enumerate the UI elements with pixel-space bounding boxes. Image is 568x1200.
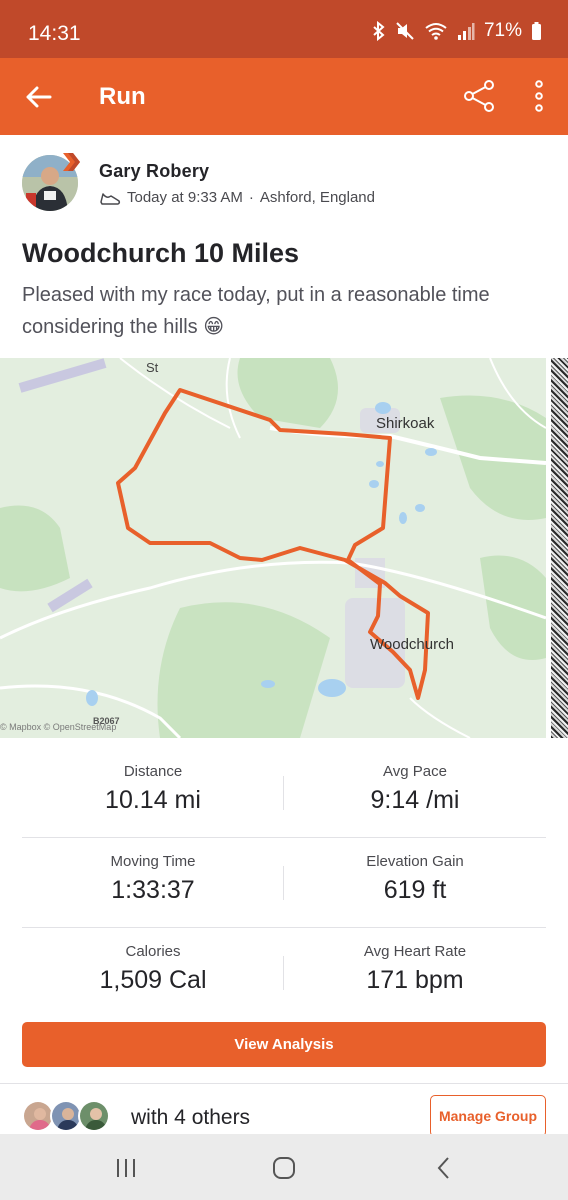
wifi-icon: [424, 21, 448, 41]
activity-title: Woodchurch 10 Miles: [22, 238, 300, 268]
map-label-street: St: [146, 360, 159, 375]
signal-icon: [457, 21, 475, 41]
status-bar: 14:31 71%: [0, 0, 568, 58]
stat-avg-pace: Avg Pace 9:14 /mi: [284, 748, 546, 815]
stat-row: Distance 10.14 mi Avg Pace 9:14 /mi: [22, 748, 546, 838]
chevron-left-icon: [437, 1157, 449, 1179]
back-arrow-icon: [26, 86, 52, 108]
stat-label: Avg Pace: [383, 763, 447, 780]
route-map[interactable]: [0, 358, 546, 738]
stat-label: Moving Time: [110, 853, 196, 870]
battery-icon: [531, 21, 542, 41]
stat-label: Avg Heart Rate: [363, 943, 467, 960]
stat-label: Distance: [123, 763, 183, 780]
system-nav-bar: [0, 1134, 568, 1200]
share-button[interactable]: [458, 74, 502, 118]
map-canvas: [0, 358, 546, 738]
group-avatar[interactable]: [78, 1100, 110, 1132]
recent-apps-button[interactable]: [106, 1152, 146, 1184]
activity-description: Pleased with my race today, put in a rea…: [22, 284, 490, 338]
bluetooth-icon: [372, 21, 386, 41]
page-title: Run: [99, 83, 146, 110]
stat-row: Moving Time 1:33:37 Elevation Gain 619 f…: [22, 838, 546, 928]
home-button[interactable]: [264, 1152, 304, 1184]
stat-distance: Distance 10.14 mi: [22, 748, 284, 815]
status-time: 14:31: [28, 22, 81, 45]
athlete-name[interactable]: Gary Robery: [99, 161, 209, 182]
divider: [0, 1083, 568, 1084]
mute-icon: [395, 21, 415, 41]
nav-bar-ghost-content: [0, 1188, 568, 1200]
view-analysis-button[interactable]: View Analysis: [22, 1022, 546, 1067]
group-text[interactable]: with 4 others: [131, 1106, 250, 1130]
battery-percent: 71%: [483, 20, 522, 41]
home-icon: [273, 1157, 295, 1179]
map-label-shirkoak: Shirkoak: [376, 415, 435, 432]
stat-value: 619 ft: [383, 876, 447, 904]
stat-label: Calories: [125, 943, 181, 960]
meta-separator: ·: [248, 189, 254, 206]
stats-grid: Distance 10.14 mi Avg Pace 9:14 /mi Movi…: [22, 748, 546, 1018]
recent-apps-icon: [117, 1159, 135, 1177]
athlete-header: Gary Robery Today at 9:33 AM · Ashford, …: [22, 153, 542, 215]
activity-time: Today at 9:33 AM: [127, 189, 243, 206]
more-options-button[interactable]: [522, 74, 556, 118]
stat-value: 1:33:37: [111, 876, 195, 904]
stat-label: Elevation Gain: [366, 853, 464, 870]
next-photo-thumbnail[interactable]: [551, 358, 568, 738]
run-shoe-icon: [100, 192, 121, 205]
premium-badge-icon: [63, 153, 80, 171]
system-back-button[interactable]: [424, 1152, 464, 1184]
back-button[interactable]: [18, 76, 60, 118]
stat-value: 10.14 mi: [105, 786, 201, 814]
stat-elevation-gain: Elevation Gain 619 ft: [284, 838, 546, 905]
stat-calories: Calories 1,509 Cal: [22, 928, 284, 995]
stat-value: 1,509 Cal: [99, 966, 207, 994]
stat-row: Calories 1,509 Cal Avg Heart Rate 171 bp…: [22, 928, 546, 1018]
status-icons: 71%: [372, 20, 542, 42]
map-attribution[interactable]: © Mapbox © OpenStreetMap: [0, 722, 116, 732]
more-vertical-icon: [535, 80, 543, 112]
share-icon: [464, 80, 494, 112]
app-bar: Run: [0, 58, 568, 135]
stat-value: 9:14 /mi: [370, 786, 460, 814]
activity-meta: Today at 9:33 AM · Ashford, England: [99, 189, 375, 206]
manage-group-button[interactable]: Manage Group: [430, 1095, 546, 1137]
group-activity-row: with 4 others Manage Group: [22, 1095, 546, 1137]
map-label-woodchurch: Woodchurch: [370, 636, 454, 653]
stat-value: 171 bpm: [366, 966, 464, 994]
stat-avg-heart-rate: Avg Heart Rate 171 bpm: [284, 928, 546, 995]
stat-moving-time: Moving Time 1:33:37: [22, 838, 284, 905]
activity-location: Ashford, England: [259, 189, 375, 206]
